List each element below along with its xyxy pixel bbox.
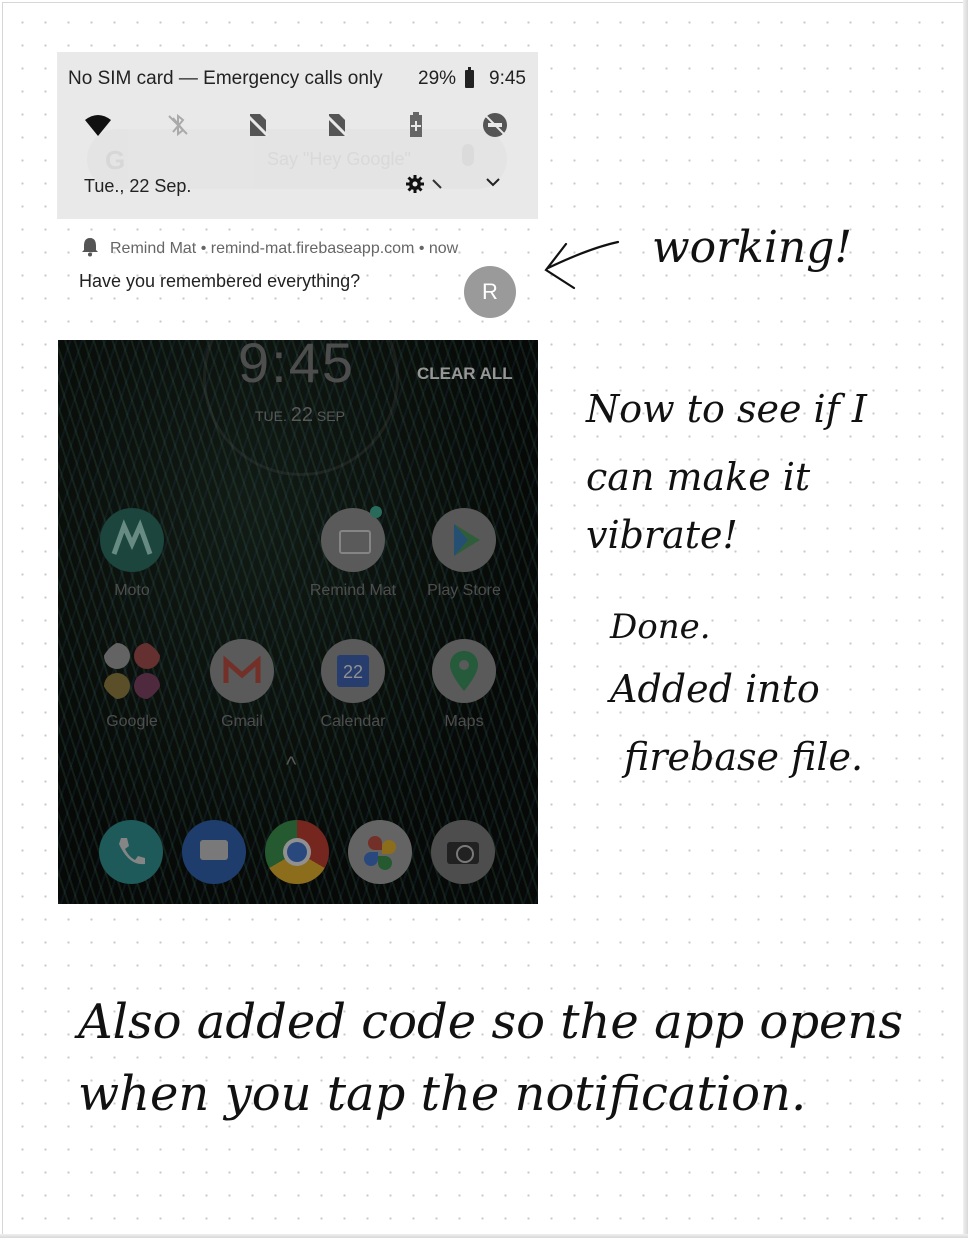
arrow-head — [544, 242, 576, 290]
note-done: Done. — [609, 607, 711, 647]
note-working: working! — [652, 222, 852, 273]
note-line3: vibrate! — [586, 513, 738, 557]
note-bottom1: Also added code so the app opens — [74, 994, 903, 1050]
note-line2: can make it — [586, 455, 811, 499]
handwriting-layer: working! Now to see if I can make it vib… — [74, 222, 903, 1122]
note-bottom2: when you tap the notification. — [78, 1066, 806, 1122]
note-line1: Now to see if I — [585, 387, 868, 431]
note-added2: firebase file. — [621, 735, 863, 779]
note-added1: Added into — [607, 667, 820, 711]
